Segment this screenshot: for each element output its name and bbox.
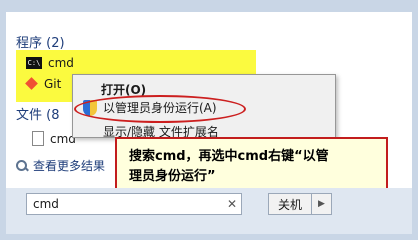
annotation-ellipse — [74, 95, 246, 123]
clear-search-icon[interactable]: ✕ — [223, 197, 241, 211]
search-input-value: cmd — [33, 197, 59, 211]
callout-line-1: 搜索cmd，再选中cmd右键“以管 — [129, 149, 329, 164]
program-item-cmd[interactable]: C:\ cmd — [26, 54, 252, 72]
shutdown-options-arrow-icon[interactable]: ▶ — [312, 193, 332, 215]
callout-line-2: 理员身份运行” — [129, 169, 216, 184]
window-frame-bottom — [0, 234, 418, 240]
file-item-cmd[interactable]: cmd — [32, 131, 76, 146]
program-item-label: Git — [44, 77, 62, 91]
search-icon — [16, 159, 28, 172]
program-item-label: cmd — [48, 56, 74, 70]
cmd-icon: C:\ — [26, 57, 42, 69]
window-frame-right — [412, 0, 418, 240]
shutdown-button[interactable]: 关机 — [268, 193, 312, 215]
see-more-results-link[interactable]: 查看更多结果 — [16, 157, 105, 174]
programs-section-header: 程序 (2) — [16, 36, 65, 51]
see-more-results-label: 查看更多结果 — [33, 159, 106, 173]
file-icon — [32, 131, 44, 146]
git-icon — [26, 78, 38, 90]
files-section-header: 文件 (8 — [16, 108, 60, 123]
window-frame-top — [0, 0, 418, 12]
instruction-callout: 搜索cmd，再选中cmd右键“以管 理员身份运行” — [115, 137, 388, 193]
search-input[interactable]: cmd ✕ — [26, 193, 242, 215]
